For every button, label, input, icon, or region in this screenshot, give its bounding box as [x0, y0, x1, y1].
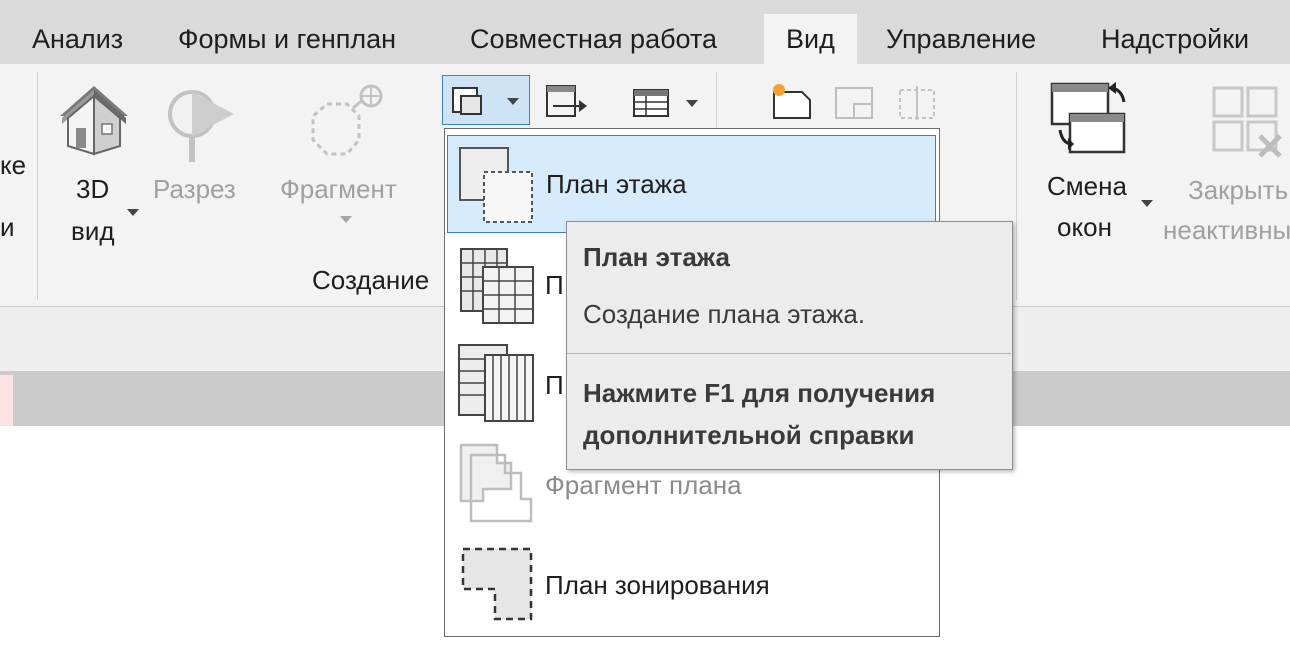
close-inactive-icon — [1210, 84, 1290, 160]
tooltip-title: План этажа — [583, 242, 731, 272]
tab-addins[interactable]: Надстройки — [1101, 24, 1249, 55]
menu-item-label: П — [545, 370, 564, 400]
new-sheet-icon[interactable] — [770, 82, 814, 122]
plan-views-icon — [452, 87, 482, 115]
callout-label: Фрагмент — [280, 174, 397, 204]
menu-item-floor-plan[interactable]: План этажа — [447, 135, 936, 233]
tab-manage[interactable]: Управление — [886, 24, 1036, 55]
section-icon — [162, 84, 238, 164]
schedule-icon[interactable] — [632, 88, 672, 118]
3d-view-label[interactable]: 3D — [76, 169, 109, 210]
panel-title-create: Создание — [312, 265, 430, 295]
tab-massing-site[interactable]: Формы и генплан — [178, 24, 396, 55]
tooltip-help-hint: Нажмите F1 для получения дополнительной … — [583, 378, 936, 450]
tooltip-description: Создание плана этажа. — [583, 299, 866, 329]
switch-windows-label[interactable]: Смена — [1047, 166, 1127, 207]
floor-plan-icon — [459, 147, 533, 223]
ribbon-tab-bar: Анализ Формы и генплан Совместная работа… — [0, 0, 1290, 66]
close-inactive-label: Закрыть — [1188, 175, 1289, 205]
switch-windows-icon[interactable] — [1048, 80, 1128, 160]
chevron-down-icon[interactable] — [507, 98, 519, 105]
title-block-icon — [834, 84, 876, 122]
reflected-ceiling-plan-icon — [460, 248, 534, 324]
elevation-icon[interactable] — [545, 82, 587, 122]
structural-plan-icon — [458, 344, 534, 422]
menu-item-area-plan[interactable]: План зонирования — [447, 535, 936, 633]
cut-off-label: и — [0, 212, 15, 242]
chevron-down-icon — [340, 216, 352, 223]
plan-views-dropdown-button[interactable] — [442, 75, 530, 125]
panel-divider — [716, 72, 717, 130]
menu-item-label: План зонирования — [545, 570, 770, 600]
matchline-icon — [896, 84, 938, 122]
tab-analyze[interactable]: Анализ — [32, 24, 123, 55]
cut-off-label: ке — [0, 150, 27, 180]
tooltip-divider — [567, 353, 1011, 354]
section-label: Разрез — [153, 174, 236, 204]
chevron-down-icon[interactable] — [686, 100, 698, 107]
switch-windows-label[interactable]: окон — [1057, 207, 1112, 248]
document-tab-edge — [0, 375, 13, 426]
chevron-down-icon[interactable] — [1141, 200, 1153, 207]
plan-region-icon — [459, 443, 533, 523]
tooltip: План этажа Создание плана этажа. Нажмите… — [566, 221, 1013, 470]
tab-view[interactable]: Вид — [764, 14, 857, 66]
callout-icon — [305, 84, 385, 164]
close-inactive-label: неактивные — [1163, 215, 1290, 245]
menu-item-label: Фрагмент плана — [545, 470, 742, 500]
panel-divider — [37, 72, 38, 300]
3d-view-house-icon[interactable] — [54, 80, 132, 160]
menu-item-label: План этажа — [546, 169, 687, 199]
3d-view-label[interactable]: вид — [71, 211, 115, 252]
panel-divider — [1016, 72, 1017, 300]
menu-item-label: П — [545, 270, 564, 300]
tab-collaborate[interactable]: Совместная работа — [470, 24, 717, 55]
chevron-down-icon[interactable] — [127, 209, 139, 216]
area-plan-icon — [461, 547, 533, 621]
